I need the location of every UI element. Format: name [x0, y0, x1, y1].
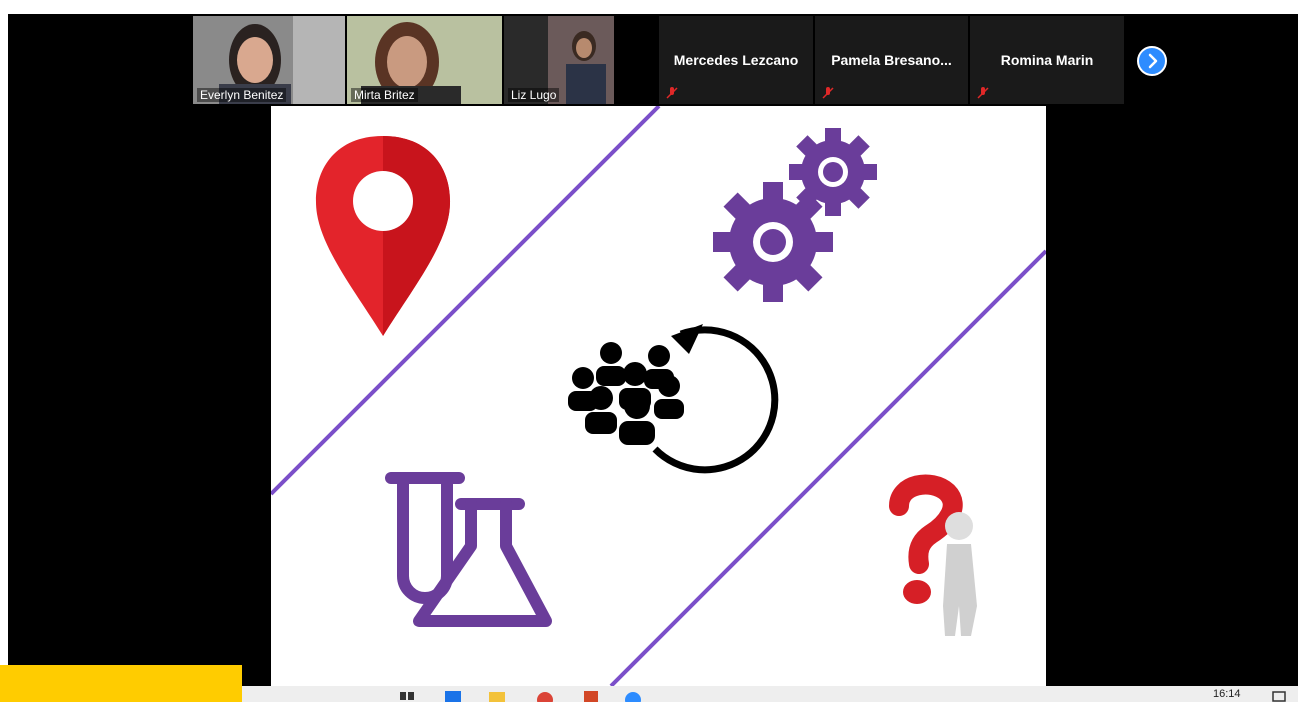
- shared-slide: [271, 106, 1046, 686]
- task-view-icon[interactable]: [398, 690, 416, 702]
- participant-tile-mercedes[interactable]: Mercedes Lezcano: [659, 16, 813, 104]
- participant-name: Mirta Britez: [351, 88, 418, 102]
- slide-canvas: [271, 106, 1046, 686]
- mail-icon[interactable]: [444, 690, 462, 702]
- participant-name: Mercedes Lezcano: [673, 52, 799, 68]
- location-pin-icon: [315, 136, 451, 336]
- people-cycle-icon: [568, 324, 779, 474]
- taskbar-clock: 16:14: [1213, 688, 1241, 700]
- gears-icon: [713, 128, 877, 302]
- participant-name: Everlyn Benitez: [197, 88, 287, 102]
- diagonal-divider: [609, 249, 1046, 686]
- notifications-icon[interactable]: [1270, 690, 1288, 702]
- participant-tile-mirta[interactable]: Mirta Britez: [347, 16, 502, 104]
- powerpoint-icon[interactable]: [582, 690, 600, 702]
- lab-flask-icon: [385, 472, 552, 627]
- muted-mic-icon: [977, 87, 989, 99]
- participant-name: Romina Marin: [1000, 52, 1094, 68]
- muted-mic-icon: [822, 87, 834, 99]
- browser-icon[interactable]: [536, 690, 554, 702]
- chevron-right-icon: [1148, 53, 1158, 69]
- participant-tile-everlyn[interactable]: Everlyn Benitez: [193, 16, 345, 104]
- participant-name: Liz Lugo: [508, 88, 560, 102]
- folder-icon[interactable]: [488, 690, 506, 702]
- highlight-block: [0, 665, 242, 702]
- question-figure-icon: [889, 474, 977, 636]
- participant-tile-liz[interactable]: Liz Lugo: [504, 16, 614, 104]
- participant-tile-romina[interactable]: Romina Marin: [970, 16, 1124, 104]
- participant-tile-pamela[interactable]: Pamela Bresano...: [815, 16, 968, 104]
- next-participants-button[interactable]: [1137, 46, 1167, 76]
- participant-name: Pamela Bresano...: [831, 52, 952, 68]
- zoom-icon[interactable]: [624, 690, 642, 702]
- muted-mic-icon: [666, 87, 678, 99]
